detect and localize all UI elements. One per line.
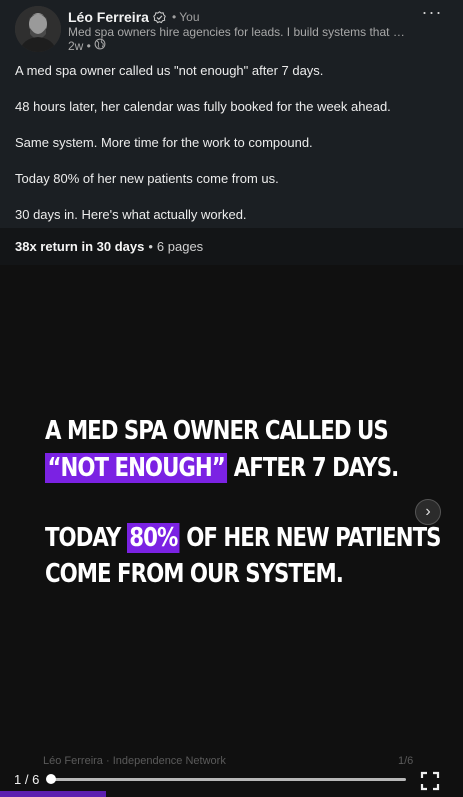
author-name[interactable]: Léo Ferreira <box>68 9 149 25</box>
fullscreen-icon[interactable] <box>420 771 440 791</box>
reading-progress-bar <box>0 791 106 797</box>
post-time: 2w • <box>68 38 91 53</box>
post-paragraph: 48 hours later, her calendar was fully b… <box>15 99 391 114</box>
slide-line-2: “NOT ENOUGH” AFTER 7 DAYS. <box>45 451 399 485</box>
post-paragraph: 30 days in. Here's what actually worked. <box>15 207 247 222</box>
globe-icon <box>94 38 106 53</box>
next-slide-button[interactable]: › <box>415 499 441 525</box>
document-title-bar[interactable]: 38x return in 30 days • 6 pages <box>0 228 463 265</box>
slide-line-2-rest: AFTER 7 DAYS. <box>227 453 400 483</box>
slide-line-1: A MED SPA OWNER CALLED US <box>45 416 389 446</box>
avatar[interactable] <box>15 6 61 52</box>
page-counter: 1 / 6 <box>14 772 40 787</box>
post-body: A med spa owner called us "not enough" a… <box>15 62 450 242</box>
slide-line-4: COME FROM OUR SYSTEM. <box>45 559 344 589</box>
post-paragraph: A med spa owner called us "not enough" a… <box>15 63 324 78</box>
connection-degree: • You <box>171 10 200 24</box>
progress-thumb[interactable] <box>46 774 56 784</box>
author-headline: Med spa owners hire agencies for leads. … <box>68 25 410 39</box>
avatar-image <box>15 6 61 52</box>
post-paragraph: Today 80% of her new patients come from … <box>15 171 279 186</box>
more-options-icon[interactable]: ··· <box>420 2 444 22</box>
document-slide[interactable]: A MED SPA OWNER CALLED US “NOT ENOUGH” A… <box>0 265 463 797</box>
author-row: Léo Ferreira • You <box>68 8 200 26</box>
slide-line-3: TODAY 80% OF HER NEW PATIENTS <box>45 521 442 555</box>
slide-line-3-rest: OF HER NEW PATIENTS <box>179 523 441 553</box>
progress-track[interactable] <box>50 778 406 781</box>
feed-post: Léo Ferreira • You Med spa owners hire a… <box>0 0 463 797</box>
post-meta: 2w • <box>68 38 106 53</box>
slide-highlight-80-percent: 80% <box>126 523 180 553</box>
slide-line-3-pre: TODAY <box>45 523 127 553</box>
document-separator: • <box>148 239 153 254</box>
verified-icon <box>153 10 166 24</box>
slide-highlight-not-enough: “NOT ENOUGH” <box>45 453 228 483</box>
post-header: Léo Ferreira • You Med spa owners hire a… <box>0 0 463 60</box>
document-page-count: 6 pages <box>156 239 204 254</box>
post-paragraph: Same system. More time for the work to c… <box>15 135 313 150</box>
document-title: 38x return in 30 days <box>15 239 145 254</box>
